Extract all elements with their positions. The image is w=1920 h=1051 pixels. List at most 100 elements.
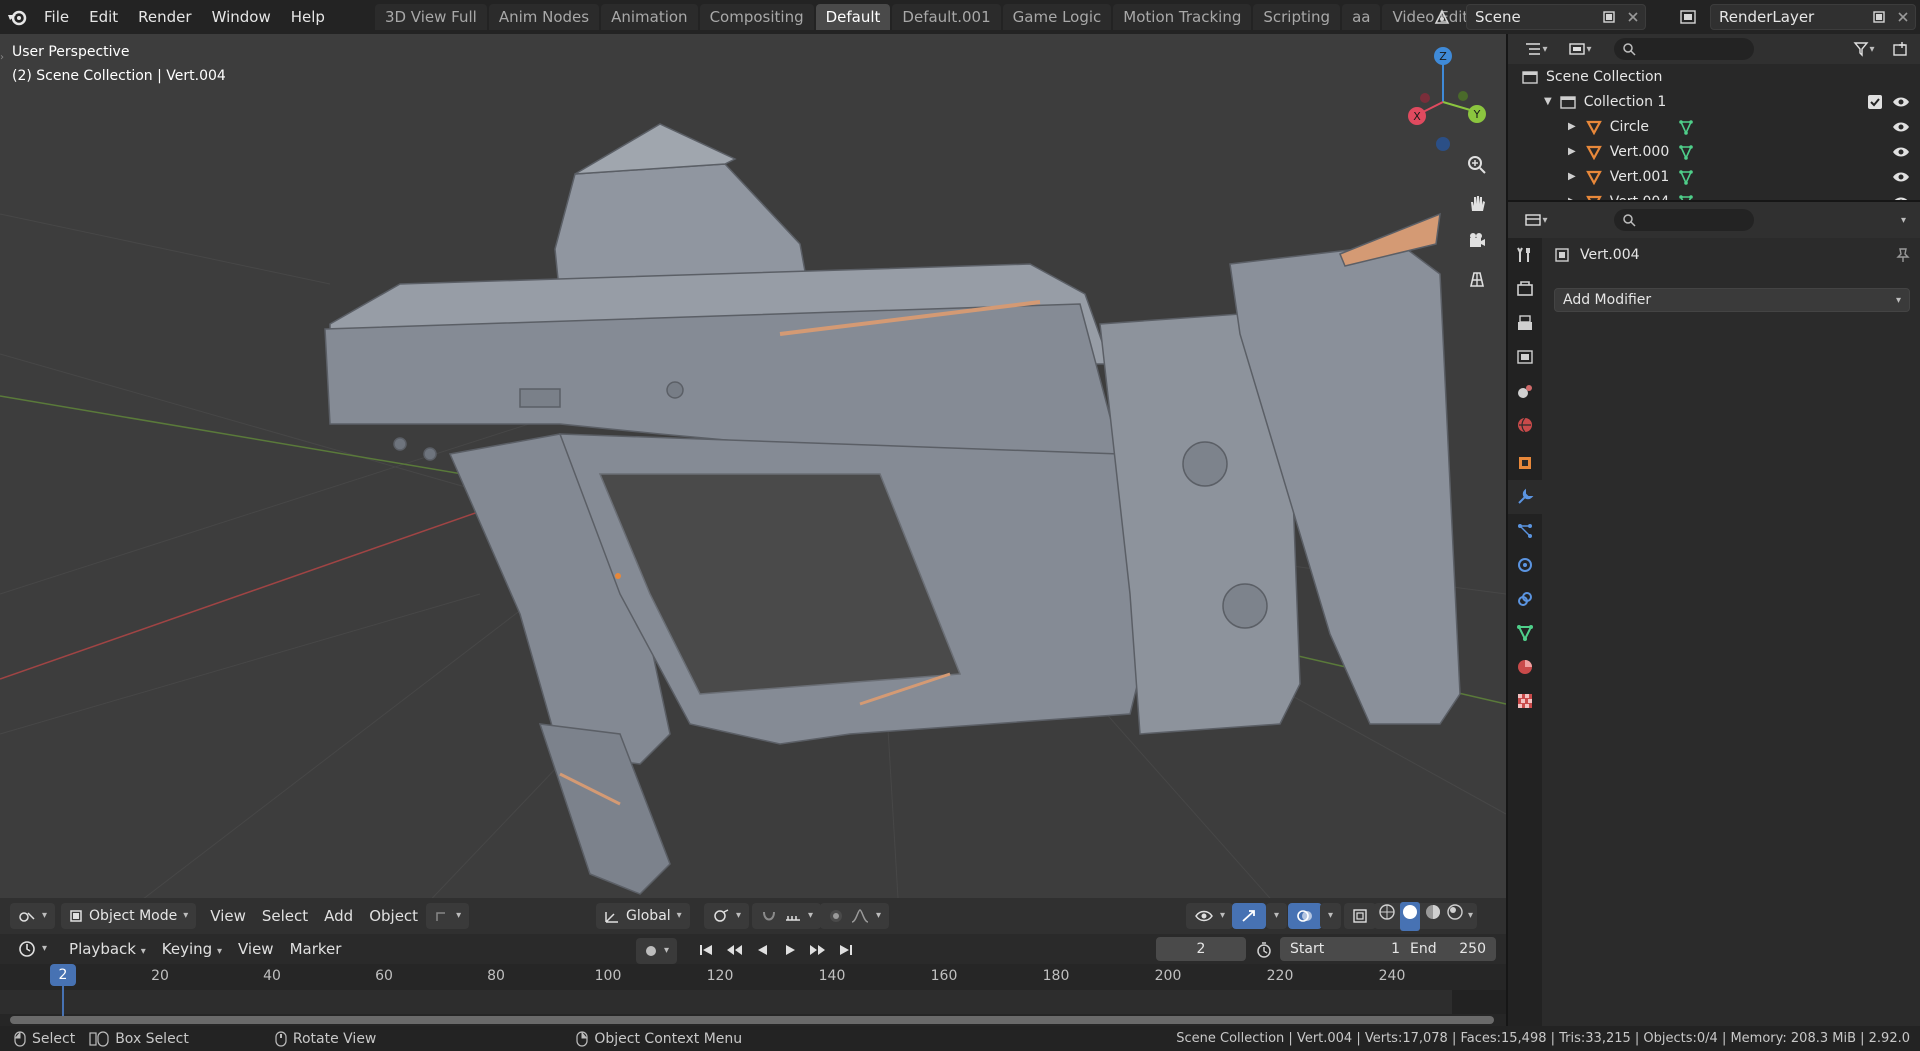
current-frame-indicator[interactable]: 2 bbox=[50, 964, 76, 986]
object-tab-icon[interactable] bbox=[1508, 446, 1542, 480]
play-reverse-icon[interactable] bbox=[750, 938, 774, 962]
tab-motion-tracking[interactable]: Motion Tracking bbox=[1113, 4, 1252, 30]
tab-3d-view-full[interactable]: 3D View Full bbox=[374, 4, 487, 30]
toolbar-expand-arrow-icon[interactable]: › bbox=[0, 52, 8, 66]
tab-anim-nodes[interactable]: Anim Nodes bbox=[488, 4, 600, 30]
physics-tab-icon[interactable] bbox=[1508, 548, 1542, 582]
menu-add[interactable]: Add bbox=[316, 907, 361, 925]
expand-arrow-icon[interactable]: ▶ bbox=[1568, 121, 1576, 132]
menu-keying[interactable]: Keying ▾ bbox=[154, 940, 230, 958]
blender-logo-icon[interactable] bbox=[0, 0, 34, 34]
particles-tab-icon[interactable] bbox=[1508, 514, 1542, 548]
menu-timeline-view[interactable]: View bbox=[230, 940, 282, 958]
new-render-layer-icon[interactable] bbox=[1867, 5, 1891, 29]
mesh-data-icon[interactable] bbox=[1678, 144, 1694, 160]
solid-shading-icon[interactable] bbox=[1400, 901, 1420, 931]
timeline[interactable]: 2 20 40 60 80 100 120 140 160 180 200 22… bbox=[0, 964, 1506, 1026]
eye-icon[interactable] bbox=[1892, 145, 1910, 159]
eye-icon[interactable] bbox=[1892, 95, 1910, 109]
texture-tab-icon[interactable] bbox=[1508, 684, 1542, 718]
3d-viewport[interactable]: User Perspective (2) Scene Collection | … bbox=[0, 34, 1506, 932]
menu-object[interactable]: Object bbox=[361, 907, 426, 925]
outliner-search-input[interactable] bbox=[1614, 38, 1754, 60]
ortho-grid-icon[interactable] bbox=[1460, 262, 1494, 296]
play-icon[interactable] bbox=[778, 938, 802, 962]
jump-start-icon[interactable] bbox=[694, 938, 718, 962]
gizmos-toggle[interactable] bbox=[1232, 903, 1266, 929]
menu-playback[interactable]: Playback ▾ bbox=[61, 940, 154, 958]
menu-marker[interactable]: Marker bbox=[282, 940, 350, 958]
eye-icon[interactable] bbox=[1892, 120, 1910, 134]
record-button[interactable]: ▾ bbox=[636, 938, 678, 964]
filter-icon[interactable]: ▾ bbox=[1846, 37, 1882, 61]
menu-window[interactable]: Window bbox=[202, 0, 281, 34]
outliner-row-object[interactable]: ▶ Vert.000 bbox=[1508, 139, 1920, 164]
outliner-row-scene-collection[interactable]: Scene Collection bbox=[1508, 64, 1920, 89]
rendered-shading-icon[interactable] bbox=[1446, 903, 1464, 930]
overlays-toggle[interactable] bbox=[1288, 903, 1322, 929]
panel-divider[interactable] bbox=[1508, 200, 1920, 202]
tab-compositing[interactable]: Compositing bbox=[699, 4, 814, 30]
outliner-editor-type-icon[interactable]: ▾ bbox=[1516, 37, 1556, 61]
outliner-row-object[interactable]: ▶ Vert.001 bbox=[1508, 164, 1920, 189]
menu-view[interactable]: View bbox=[202, 907, 254, 925]
modifier-tab-icon[interactable] bbox=[1508, 480, 1542, 514]
material-tab-icon[interactable] bbox=[1508, 650, 1542, 684]
add-modifier-dropdown[interactable]: Add Modifier ▾ bbox=[1554, 288, 1910, 312]
overlays-dropdown[interactable]: ▾ bbox=[1320, 903, 1342, 929]
gizmo-toggle-dropdown[interactable]: ▾ bbox=[426, 903, 470, 929]
snap-dropdown[interactable]: ▾ bbox=[752, 903, 822, 929]
timeline-scrollbar[interactable] bbox=[10, 1016, 1494, 1024]
jump-end-icon[interactable] bbox=[834, 938, 858, 962]
delete-scene-icon[interactable] bbox=[1621, 5, 1645, 29]
properties-editor-type-icon[interactable]: ▾ bbox=[1516, 208, 1556, 232]
menu-edit[interactable]: Edit bbox=[79, 0, 128, 34]
preview-range-icon[interactable] bbox=[1252, 938, 1276, 962]
render-layer-selector[interactable]: RenderLayer bbox=[1710, 4, 1916, 30]
menu-file[interactable]: File bbox=[34, 0, 79, 34]
expand-arrow-icon[interactable]: ▶ bbox=[1568, 146, 1576, 157]
display-mode-icon[interactable]: ▾ bbox=[1562, 37, 1598, 61]
navigation-gizmo[interactable]: Z Y X bbox=[1395, 42, 1495, 152]
render-layer-browse-icon[interactable] bbox=[1676, 5, 1700, 29]
constraints-tab-icon[interactable] bbox=[1508, 582, 1542, 616]
eye-icon[interactable] bbox=[1892, 170, 1910, 184]
pivot-point-dropdown[interactable]: ▾ bbox=[704, 903, 750, 929]
data-tab-icon[interactable] bbox=[1508, 616, 1542, 650]
mesh-data-icon[interactable] bbox=[1678, 169, 1694, 185]
camera-view-icon[interactable] bbox=[1460, 224, 1494, 258]
tab-game-logic[interactable]: Game Logic bbox=[1002, 4, 1112, 30]
new-scene-icon[interactable] bbox=[1597, 5, 1621, 29]
gizmos-dropdown[interactable]: ▾ bbox=[1266, 903, 1288, 929]
output-tab-icon[interactable] bbox=[1508, 306, 1542, 340]
world-tab-icon[interactable] bbox=[1508, 408, 1542, 442]
timeline-editor-type-dropdown[interactable]: ▾ bbox=[10, 936, 55, 962]
start-frame-field[interactable]: Start 1 bbox=[1280, 937, 1410, 961]
tool-tab-icon[interactable] bbox=[1508, 238, 1542, 272]
expand-arrow-icon[interactable]: ▶ bbox=[1568, 171, 1576, 182]
expand-arrow-icon[interactable]: ▼ bbox=[1544, 96, 1552, 107]
view-layer-tab-icon[interactable] bbox=[1508, 340, 1542, 374]
tab-scripting[interactable]: Scripting bbox=[1253, 4, 1341, 30]
properties-search-input[interactable] bbox=[1614, 209, 1754, 231]
scene-browse-icon[interactable] bbox=[1430, 5, 1454, 29]
pan-hand-icon[interactable] bbox=[1460, 186, 1494, 220]
editor-type-dropdown[interactable]: ▾ bbox=[10, 903, 56, 929]
jump-prev-keyframe-icon[interactable] bbox=[722, 938, 746, 962]
pin-icon[interactable] bbox=[1894, 247, 1910, 263]
mesh-data-icon[interactable] bbox=[1678, 119, 1694, 135]
material-shading-icon[interactable] bbox=[1424, 903, 1442, 930]
visibility-dropdown[interactable]: ▾ bbox=[1186, 903, 1234, 929]
delete-render-layer-icon[interactable] bbox=[1891, 5, 1915, 29]
wireframe-shading-icon[interactable] bbox=[1378, 903, 1396, 930]
end-frame-field[interactable]: End 250 bbox=[1400, 937, 1496, 961]
tab-aa[interactable]: aa bbox=[1342, 4, 1381, 30]
zoom-icon[interactable] bbox=[1460, 148, 1494, 182]
scene-selector[interactable]: Scene bbox=[1466, 4, 1646, 30]
object-mode-dropdown[interactable]: Object Mode ▾ bbox=[61, 903, 197, 929]
tab-default-001[interactable]: Default.001 bbox=[892, 4, 1001, 30]
menu-render[interactable]: Render bbox=[128, 0, 201, 34]
xray-toggle[interactable] bbox=[1344, 903, 1376, 929]
tab-animation[interactable]: Animation bbox=[601, 4, 698, 30]
outliner-row-collection[interactable]: ▼ Collection 1 bbox=[1508, 89, 1920, 114]
